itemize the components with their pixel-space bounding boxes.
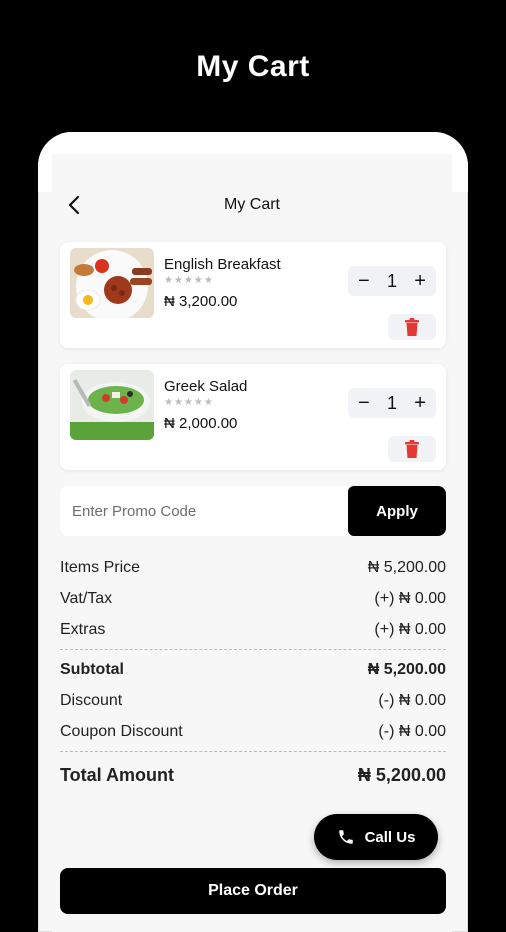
page-title: My Cart <box>224 196 280 213</box>
discount-label: Discount <box>60 691 123 709</box>
divider <box>60 751 446 752</box>
place-order-button[interactable]: Place Order <box>60 868 446 914</box>
vat-label: Vat/Tax <box>60 589 113 607</box>
decrease-button[interactable]: − <box>358 393 370 413</box>
vat-row: Vat/Tax (+) ₦ 0.00 <box>60 583 446 614</box>
extras-label: Extras <box>60 620 106 638</box>
items-price-row: Items Price ₦ 5,200.00 <box>60 552 446 583</box>
app-bar: My Cart <box>52 182 452 230</box>
rating-stars: ★★★★★ <box>164 275 214 286</box>
increase-button[interactable]: + <box>414 271 426 291</box>
quantity-stepper: − 1 + <box>348 388 436 418</box>
extras-value: (+) ₦ 0.00 <box>374 620 446 638</box>
food-image-breakfast <box>70 248 154 318</box>
items-price-label: Items Price <box>60 558 141 576</box>
coupon-discount-row: Coupon Discount (-) ₦ 0.00 <box>60 716 446 747</box>
decrease-button[interactable]: − <box>358 271 370 291</box>
cart-screen: My Cart English Breakfast ★★★★★ ₦ 3,200.… <box>52 154 452 932</box>
divider <box>60 649 446 650</box>
extras-row: Extras (+) ₦ 0.00 <box>60 614 446 645</box>
total-row: Total Amount ₦ 5,200.00 <box>60 756 446 794</box>
discount-value: (-) ₦ 0.00 <box>378 691 446 709</box>
hero-title: My Cart <box>196 50 310 83</box>
discount-row: Discount (-) ₦ 0.00 <box>60 685 446 716</box>
price-summary: Items Price ₦ 5,200.00 Vat/Tax (+) ₦ 0.0… <box>60 552 446 794</box>
item-name: Greek Salad <box>164 378 248 395</box>
promo-code-input[interactable] <box>60 486 346 536</box>
subtotal-row: Subtotal ₦ 5,200.00 <box>60 654 446 685</box>
items-price-value: ₦ 5,200.00 <box>367 558 446 576</box>
call-us-button[interactable]: Call Us <box>314 814 438 860</box>
cart-item-greek-salad: Greek Salad ★★★★★ ₦ 2,000.00 − 1 + <box>60 364 446 470</box>
total-label: Total Amount <box>60 764 174 785</box>
promo-code-box: Apply <box>60 486 446 536</box>
subtotal-label: Subtotal <box>60 660 124 678</box>
coupon-discount-label: Coupon Discount <box>60 722 183 740</box>
item-name: English Breakfast <box>164 256 281 273</box>
item-price: ₦ 2,000.00 <box>164 415 238 432</box>
phone-icon <box>338 830 353 844</box>
rating-stars: ★★★★★ <box>164 397 214 408</box>
vat-value: (+) ₦ 0.00 <box>374 589 446 607</box>
quantity-value: 1 <box>386 392 397 413</box>
quantity-stepper: − 1 + <box>348 266 436 296</box>
increase-button[interactable]: + <box>414 393 426 413</box>
trash-icon <box>405 440 419 458</box>
delete-button[interactable] <box>388 314 436 340</box>
quantity-value: 1 <box>386 270 397 291</box>
cart-item-english-breakfast: English Breakfast ★★★★★ ₦ 3,200.00 − 1 + <box>60 242 446 348</box>
coupon-discount-value: (-) ₦ 0.00 <box>378 722 446 740</box>
item-price: ₦ 3,200.00 <box>164 293 238 310</box>
food-image-salad <box>70 370 154 440</box>
trash-icon <box>405 318 419 336</box>
phone-frame: My Cart English Breakfast ★★★★★ ₦ 3,200.… <box>38 132 468 932</box>
apply-button[interactable]: Apply <box>348 486 446 536</box>
call-us-label: Call Us <box>364 828 416 846</box>
subtotal-value: ₦ 5,200.00 <box>367 660 446 678</box>
total-value: ₦ 5,200.00 <box>357 764 446 785</box>
delete-button[interactable] <box>388 436 436 462</box>
